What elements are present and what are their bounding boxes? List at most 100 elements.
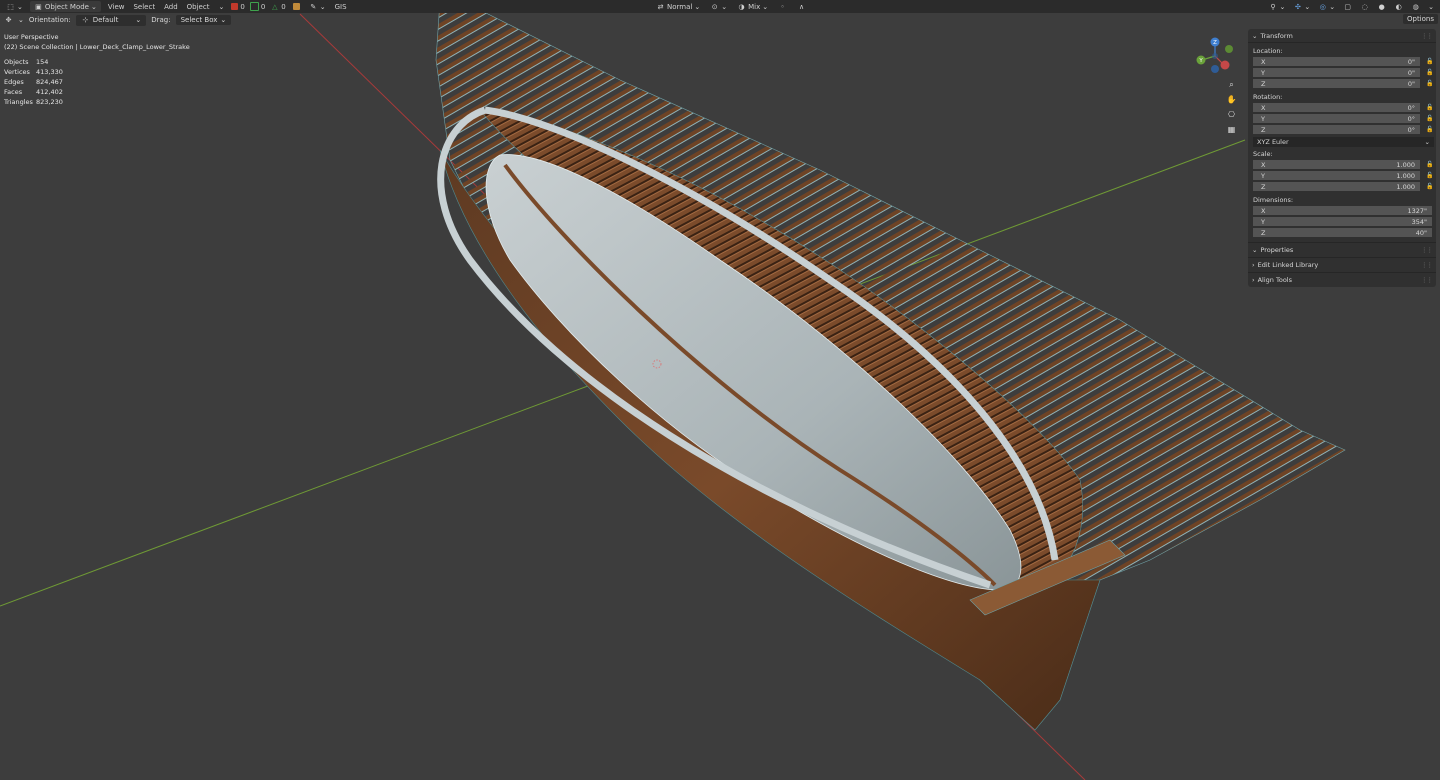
stat-row: Faces 412,402 — [4, 87, 190, 97]
menu-view[interactable]: View — [106, 1, 127, 12]
shading-rendered[interactable]: ◍ — [1409, 1, 1422, 12]
location-z-field[interactable]: Z 0" — [1253, 78, 1420, 89]
square-icon — [249, 2, 259, 11]
rotation-mode-select[interactable]: XYZ Euler ⌄ — [1253, 137, 1434, 147]
neg-y-axis-handle[interactable] — [1225, 45, 1233, 53]
neg-x-axis-handle[interactable] — [1212, 53, 1218, 59]
location-label: Location: — [1253, 47, 1283, 55]
drag-handle-icon[interactable]: ⋮⋮ — [1421, 246, 1433, 254]
stat-value: 154 — [36, 58, 49, 66]
lock-icon[interactable]: 🔓 — [1426, 80, 1434, 87]
global-axes-icon: ⊹ — [82, 16, 89, 24]
pivot-icon: ⊙ — [711, 2, 718, 11]
drag-handle-icon[interactable]: ⋮⋮ — [1421, 276, 1433, 284]
menu-add[interactable]: Add — [162, 1, 180, 12]
menu-select[interactable]: Select — [131, 1, 157, 12]
visibility-button[interactable]: ⚲ ⌄ — [1267, 1, 1288, 12]
counter-red[interactable]: 0 — [231, 3, 245, 11]
scale-y-field[interactable]: Y 1.000 — [1253, 170, 1420, 181]
viewport-header: ⬚ ⌄ ▣ Object Mode ⌄ View Select Add Object… — [0, 0, 1440, 13]
addon-button[interactable] — [291, 1, 302, 12]
axis-label: X — [1261, 206, 1266, 215]
edit-linked-library-header[interactable]: › Edit Linked Library ⋮⋮ — [1248, 257, 1436, 272]
stat-value: 412,402 — [36, 88, 63, 96]
rendered-sphere-icon: ◍ — [1412, 2, 1419, 11]
properties-panel-header[interactable]: ⌄ Properties ⋮⋮ — [1248, 242, 1436, 257]
pen-icon: ✎ — [310, 2, 317, 11]
cube-editor-icon: ⬚ — [7, 2, 14, 11]
lock-icon[interactable]: 🔓 — [1426, 172, 1434, 179]
rotation-x-row: X 0° 🔓 — [1253, 102, 1434, 113]
snap-select[interactable]: ◑ Mix ⌄ — [735, 1, 770, 12]
gis-menu[interactable]: GIS — [333, 1, 349, 12]
menu-dropdown[interactable]: ⌄ — [216, 1, 226, 12]
pivot-select[interactable]: ⊙ ⌄ — [708, 1, 729, 12]
drag-handle-icon[interactable]: ⋮⋮ — [1421, 261, 1433, 269]
mode-select[interactable]: ▣ Object Mode ⌄ — [29, 1, 101, 12]
lock-icon[interactable]: 🔓 — [1426, 126, 1434, 133]
shading-solid[interactable]: ● — [1375, 1, 1388, 12]
drag-select[interactable]: Select Box ⌄ — [175, 15, 232, 25]
transform-title: Transform — [1260, 31, 1293, 40]
falloff-button[interactable]: ∧ — [795, 1, 808, 12]
counter-green[interactable]: 0 — [249, 2, 265, 11]
rotation-z-row: Z 0° 🔓 — [1253, 124, 1434, 135]
addon-icon — [292, 3, 300, 10]
chevron-down-icon: ⌄ — [1252, 31, 1258, 40]
lock-icon[interactable]: 🔓 — [1426, 69, 1434, 76]
editor-type-button[interactable]: ⬚ ⌄ — [4, 1, 25, 12]
navigation-gizmo[interactable]: Z Y — [1195, 36, 1235, 76]
chevron-down-icon: ⌄ — [1252, 246, 1258, 254]
dimensions-z-field[interactable]: Z 40" — [1253, 227, 1432, 238]
transform-orientation-select[interactable]: ⇄ Normal ⌄ — [654, 1, 702, 12]
shading-material[interactable]: ◐ — [1392, 1, 1405, 12]
transform-panel-header[interactable]: ⌄ Transform ⋮⋮ — [1248, 29, 1436, 43]
lock-icon[interactable]: 🔓 — [1426, 161, 1434, 168]
proportional-edit-button[interactable]: ◦ — [776, 1, 789, 12]
camera-icon[interactable]: ⎔ — [1225, 108, 1238, 121]
overlay-icon: ◎ — [1319, 2, 1326, 11]
orientation-select[interactable]: ⊹ Default ⌄ — [75, 14, 147, 26]
field-value: 1.000 — [1396, 182, 1415, 191]
rotation-y-field[interactable]: Y 0° — [1253, 113, 1420, 124]
gizmo-button[interactable]: ✣ ⌄ — [1291, 1, 1312, 12]
scale-z-row: Z 1.000 🔓 — [1253, 181, 1434, 192]
z-axis-label: Z — [1213, 40, 1217, 46]
align-tools-header[interactable]: › Align Tools ⋮⋮ — [1248, 272, 1436, 287]
stat-value: 824,467 — [36, 78, 63, 86]
rotation-label: Rotation: — [1253, 93, 1283, 101]
lock-icon[interactable]: 🔓 — [1426, 104, 1434, 111]
xray-button[interactable]: ▢ — [1341, 1, 1354, 12]
counter-triangle-value: 0 — [281, 2, 286, 11]
axis-label: Y — [1261, 171, 1265, 180]
dimensions-x-field[interactable]: X 1327" — [1253, 205, 1432, 216]
drag-handle-icon[interactable]: ⋮⋮ — [1421, 32, 1433, 40]
location-x-field[interactable]: X 0" — [1253, 56, 1420, 67]
lock-icon[interactable]: 🔓 — [1426, 58, 1434, 65]
rotation-mode-value: XYZ Euler — [1257, 138, 1289, 146]
menu-object[interactable]: Object — [185, 1, 212, 12]
drag-label: Drag: — [151, 16, 171, 24]
pen-button[interactable]: ✎ ⌄ — [307, 1, 328, 12]
shading-wireframe[interactable]: ◌ — [1358, 1, 1371, 12]
lock-icon[interactable]: 🔓 — [1426, 183, 1434, 190]
shading-options[interactable]: ⌄ — [1426, 1, 1436, 12]
dimensions-y-field[interactable]: Y 354" — [1253, 216, 1432, 227]
header-right: ⚲ ⌄ ✣ ⌄ ◎ ⌄ ▢ ◌ ● ◐ ◍ ⌄ — [1267, 1, 1437, 12]
edit-linked-title: Edit Linked Library — [1257, 261, 1319, 269]
rotation-z-field[interactable]: Z 0° — [1253, 124, 1420, 135]
options-button[interactable]: Options — [1402, 14, 1438, 24]
lock-icon[interactable]: 🔓 — [1426, 115, 1434, 122]
zoom-icon[interactable]: ⌕ — [1225, 78, 1238, 91]
grid-perspective-icon[interactable]: ▦ — [1225, 123, 1238, 136]
overlay-button[interactable]: ◎ ⌄ — [1316, 1, 1337, 12]
rotation-x-field[interactable]: X 0° — [1253, 102, 1420, 113]
x-axis-handle[interactable] — [1220, 60, 1230, 70]
location-y-field[interactable]: Y 0" — [1253, 67, 1420, 78]
scale-x-field[interactable]: X 1.000 — [1253, 159, 1420, 170]
hand-pan-icon[interactable]: ✋ — [1225, 93, 1238, 106]
viewport-3d[interactable] — [0, 0, 1440, 780]
counter-triangle[interactable]: △ 0 — [270, 2, 286, 11]
neg-z-axis-handle[interactable] — [1211, 65, 1219, 73]
scale-z-field[interactable]: Z 1.000 — [1253, 181, 1420, 192]
